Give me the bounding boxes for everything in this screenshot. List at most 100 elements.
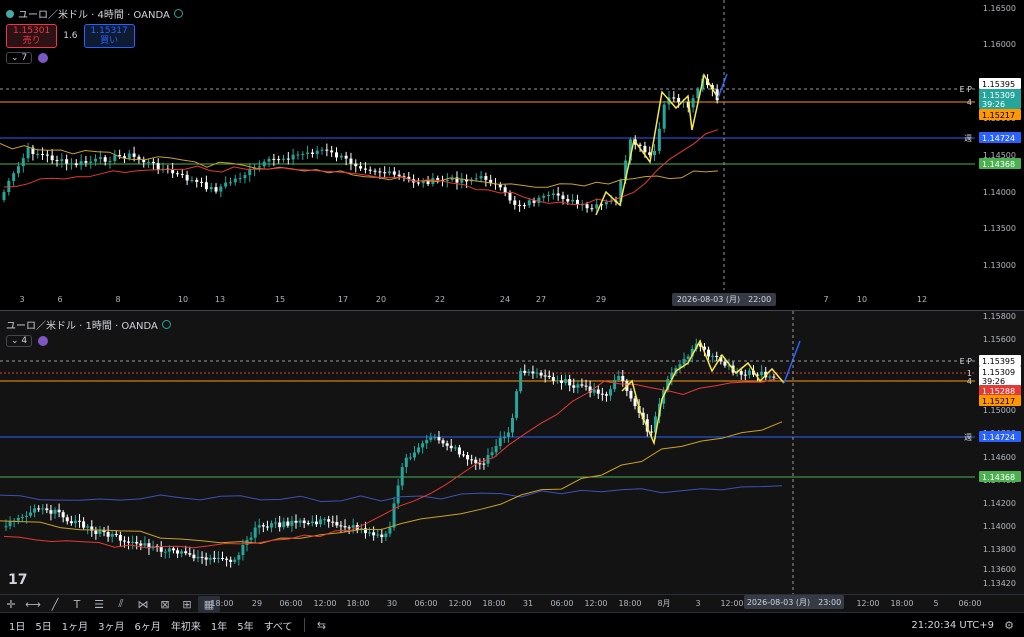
candle-4h-body bbox=[349, 158, 353, 164]
ep-tag-4h: E P bbox=[960, 85, 973, 94]
candle-1h-body bbox=[564, 379, 568, 383]
candle-4h-body bbox=[547, 194, 551, 196]
buy-button[interactable]: 1.15317 買い bbox=[83, 24, 135, 48]
candle-1h-body bbox=[167, 548, 171, 552]
candle-1h-body bbox=[192, 554, 196, 559]
candle-1h-body bbox=[372, 532, 376, 536]
candle-4h-body bbox=[147, 161, 151, 163]
gear-icon[interactable]: ⚙ bbox=[1004, 619, 1014, 632]
measure-icon[interactable]: ⊠ bbox=[154, 596, 176, 612]
candle-1h-body bbox=[368, 532, 372, 534]
indicator-count-1h[interactable]: ⌄ 4 bbox=[6, 335, 33, 347]
candle-1h-body bbox=[233, 559, 237, 562]
candle-4h-body bbox=[416, 182, 420, 184]
range-3m[interactable]: 3ヶ月 bbox=[93, 618, 129, 633]
indicator-settings-icon[interactable] bbox=[38, 53, 49, 63]
candle-1h-body bbox=[539, 372, 543, 376]
candle-4h-body bbox=[98, 157, 102, 159]
trend-line-icon[interactable]: ╱ bbox=[44, 596, 66, 612]
candle-4h-body bbox=[392, 171, 396, 175]
candle-1h-body bbox=[429, 437, 433, 440]
candle-1h-body bbox=[53, 509, 57, 514]
candle-1h-body bbox=[449, 445, 453, 449]
ma-yellow-1h bbox=[0, 421, 783, 544]
date-tick-4h: 6 bbox=[57, 295, 62, 304]
sell-button[interactable]: 1.15301 売り bbox=[6, 24, 58, 48]
candle-1h-body bbox=[613, 379, 617, 390]
candle-1h-body bbox=[98, 530, 102, 534]
range-1d[interactable]: 1日 bbox=[4, 618, 30, 633]
candle-4h-body bbox=[657, 128, 661, 151]
range-1y[interactable]: 1年 bbox=[206, 618, 232, 633]
candle-4h-body bbox=[368, 169, 372, 171]
range-ytd[interactable]: 年初来 bbox=[166, 618, 206, 633]
pattern-icon[interactable]: ⋈ bbox=[132, 596, 154, 612]
candle-1h-body bbox=[490, 452, 494, 456]
candle-1h-body bbox=[760, 371, 764, 375]
candle-1h-body bbox=[265, 526, 269, 528]
chart-pane-1h[interactable]: 1.158001.156001.154001.152001.150001.148… bbox=[0, 310, 1024, 595]
candle-4h-body bbox=[522, 205, 526, 207]
projection-4h bbox=[717, 73, 728, 99]
symbol-flag-icon bbox=[6, 9, 14, 18]
range-6m[interactable]: 6ヶ月 bbox=[130, 618, 166, 633]
candle-1h-body bbox=[384, 533, 388, 538]
candle-4h-body bbox=[339, 155, 343, 158]
candle-1h-body bbox=[568, 379, 572, 386]
candle-1h-body bbox=[249, 537, 253, 540]
candle-4h-body bbox=[156, 163, 160, 171]
candle-1h-body bbox=[339, 525, 343, 527]
candle-1h-body bbox=[110, 533, 114, 537]
price-tick-1h: 1.15600 bbox=[983, 335, 1016, 344]
candle-4h-body bbox=[561, 195, 565, 199]
candle-4h-body bbox=[267, 158, 271, 162]
candle-4h-body bbox=[388, 171, 392, 174]
candle-4h-body bbox=[89, 161, 93, 163]
chart-canvas-1h[interactable]: 1.158001.156001.154001.152001.150001.148… bbox=[0, 311, 1024, 595]
ruler-icon[interactable]: ▦ bbox=[198, 596, 220, 612]
candle-4h-body bbox=[103, 157, 107, 162]
candle-4h-body bbox=[16, 166, 20, 174]
green-price-1h: 1.14368 bbox=[982, 473, 1015, 482]
candle-1h-body bbox=[127, 541, 131, 543]
range-all[interactable]: すべて bbox=[259, 618, 298, 633]
candle-1h-body bbox=[592, 389, 596, 393]
candle-1h-body bbox=[257, 525, 261, 528]
candle-1h-body bbox=[343, 526, 347, 528]
date-range-icon[interactable]: ⇆ bbox=[311, 617, 333, 633]
chart-canvas-4h[interactable]: 1.165001.160001.155001.150001.145001.140… bbox=[0, 0, 1024, 308]
range-5d[interactable]: 5日 bbox=[30, 618, 56, 633]
channel-icon[interactable]: ⫽ bbox=[110, 596, 132, 612]
forecast-icon[interactable]: ⊞ bbox=[176, 596, 198, 612]
indicator-toggle-4h[interactable]: ⌄ 7 bbox=[6, 52, 49, 64]
candle-4h-body bbox=[180, 173, 184, 175]
range-1m[interactable]: 1ヶ月 bbox=[57, 618, 93, 633]
indicator-count-4h[interactable]: ⌄ 7 bbox=[6, 52, 33, 64]
candle-1h-body bbox=[433, 437, 437, 439]
range-5y[interactable]: 5年 bbox=[232, 618, 258, 633]
indicator-toggle-1h[interactable]: ⌄ 4 bbox=[6, 335, 49, 347]
candle-1h-body bbox=[114, 533, 118, 536]
indicator-settings-icon[interactable] bbox=[38, 336, 49, 346]
candle-1h-body bbox=[61, 512, 65, 518]
text-icon[interactable]: T bbox=[66, 596, 88, 612]
candle-1h-body bbox=[306, 523, 310, 525]
candle-4h-body bbox=[397, 174, 401, 177]
zigzag-4h bbox=[595, 73, 719, 216]
horizontal-line-icon[interactable]: ⟷ bbox=[22, 596, 44, 612]
candle-4h-body bbox=[503, 187, 507, 193]
candle-1h-body bbox=[723, 361, 727, 366]
fib-icon[interactable]: ☰ bbox=[88, 596, 110, 612]
candle-1h-body bbox=[572, 385, 576, 388]
crosshair-icon[interactable]: ✛ bbox=[0, 596, 22, 612]
candle-1h-body bbox=[278, 522, 282, 528]
sell-price: 1.15301 bbox=[13, 26, 51, 36]
countdown-4h: 39:26 bbox=[982, 100, 1005, 109]
ep-tag-1h: E P bbox=[960, 357, 973, 366]
price-tick-4h: 1.14000 bbox=[983, 188, 1016, 197]
candle-4h-body bbox=[643, 145, 647, 153]
date-tick-4h: 27 bbox=[536, 295, 546, 304]
chart-pane-4h[interactable]: 1.165001.160001.155001.150001.145001.140… bbox=[0, 0, 1024, 308]
candle-1h-body bbox=[396, 485, 400, 504]
candle-1h-body bbox=[425, 439, 429, 444]
